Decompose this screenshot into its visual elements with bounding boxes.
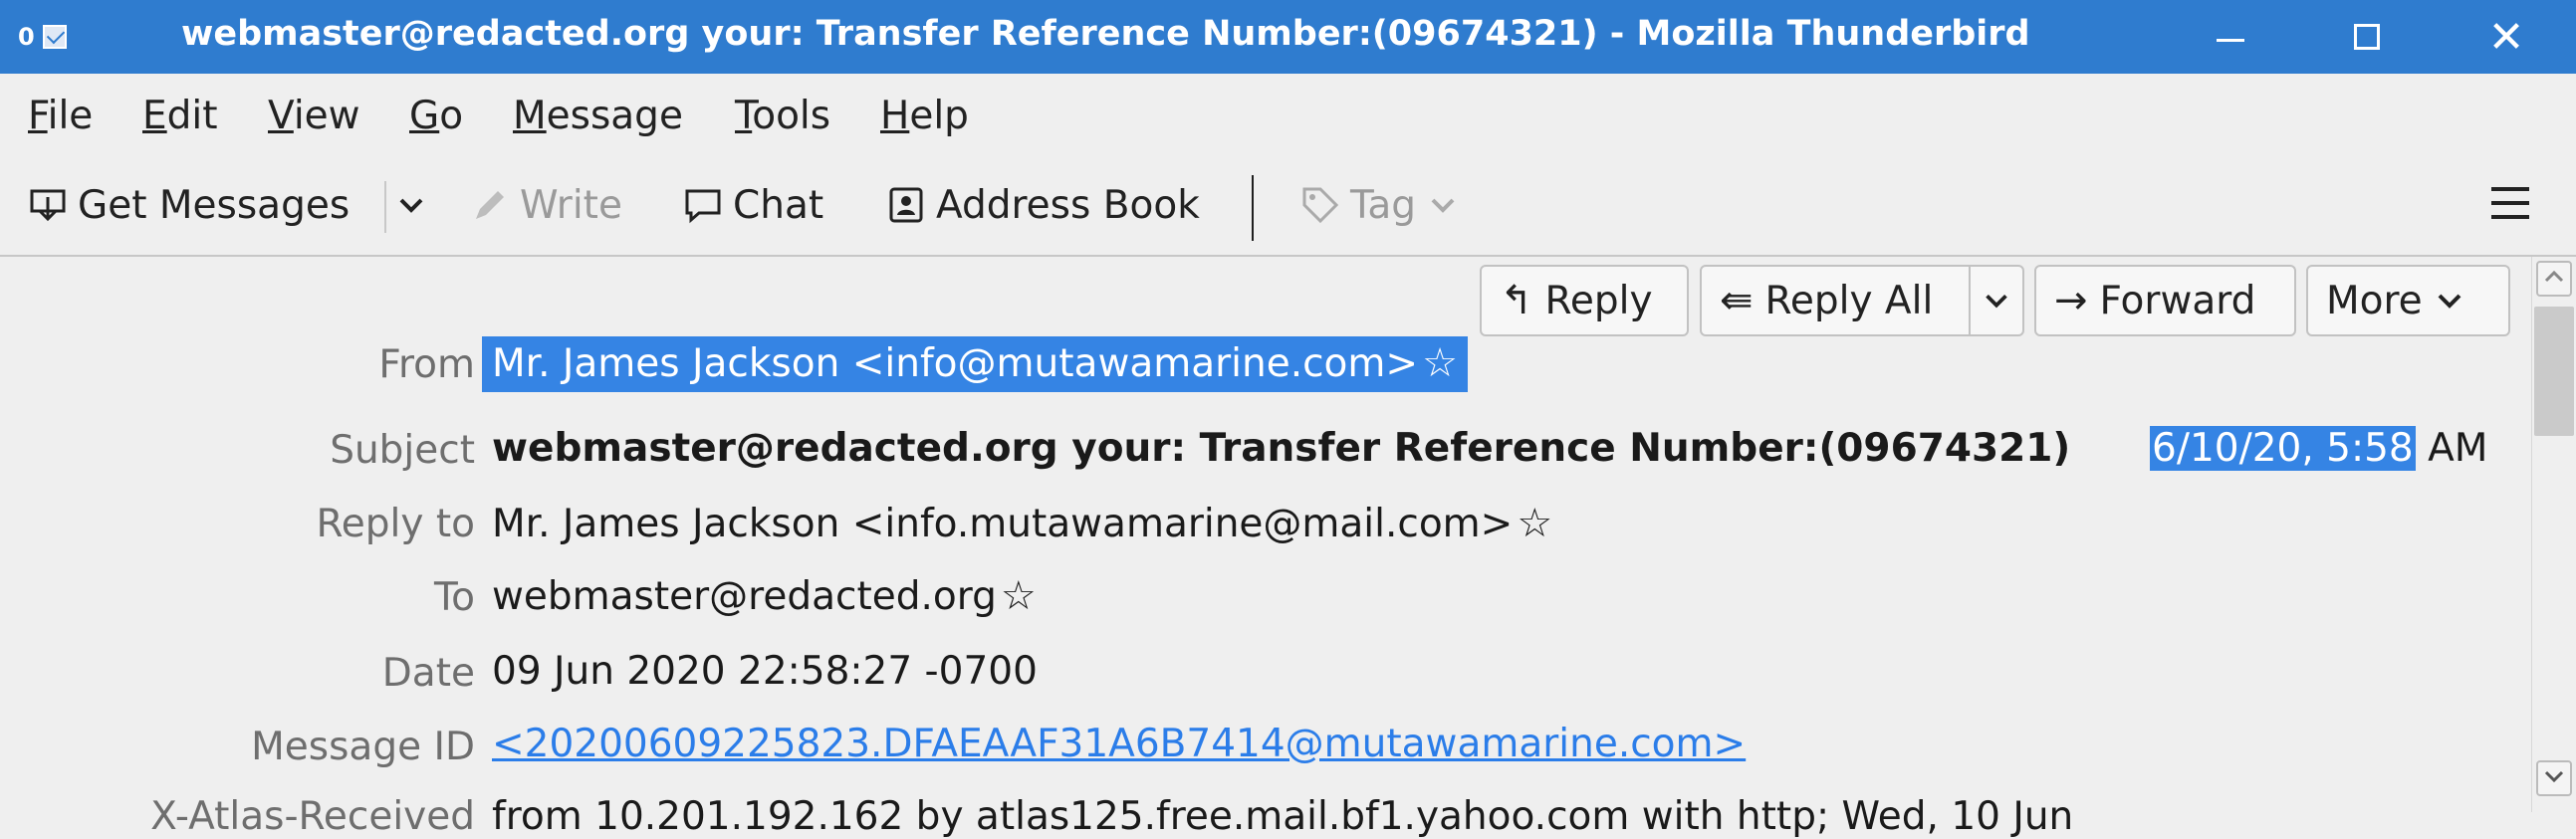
menu-bar: File Edit View Go Message Tools Help xyxy=(0,74,2576,163)
message-header-pane: ↰ Reply ⇚ Reply All → Forward More From … xyxy=(0,257,2531,839)
download-tray-icon xyxy=(28,185,68,225)
address-book-icon xyxy=(886,185,926,225)
chevron-down-icon xyxy=(399,198,423,213)
thunderbird-app-icon: 0 xyxy=(18,20,88,54)
chat-bubble-icon xyxy=(683,185,723,225)
maximize-button[interactable] xyxy=(2322,0,2412,74)
to-value[interactable]: webmaster@redacted.org ☆ xyxy=(492,573,1037,619)
pencil-icon xyxy=(470,185,510,225)
from-label: From xyxy=(378,342,475,387)
x-atlas-received-label: X-Atlas-Received xyxy=(150,794,475,839)
chevron-down-icon xyxy=(1986,294,2007,309)
reply-button[interactable]: ↰ Reply xyxy=(1480,265,1689,336)
subject-value: webmaster@redacted.org your: Transfer Re… xyxy=(492,426,2071,471)
star-icon[interactable]: ☆ xyxy=(1422,340,1458,386)
date-label: Date xyxy=(381,651,475,696)
tag-button[interactable]: Tag xyxy=(1300,175,1460,235)
more-button[interactable]: More xyxy=(2306,265,2510,336)
reply-all-button[interactable]: ⇚ Reply All xyxy=(1700,265,1971,336)
close-button[interactable]: ✕ xyxy=(2461,0,2551,74)
window-title: webmaster@redacted.org your: Transfer Re… xyxy=(181,14,2030,54)
chevron-down-icon xyxy=(1431,198,1455,213)
message-id-link[interactable]: <20200609225823.DFAEAAF31A6B7414@mutawam… xyxy=(492,722,1746,766)
from-value[interactable]: Mr. James Jackson <info@mutawamarine.com… xyxy=(482,336,1468,392)
reply-to-label: Reply to xyxy=(316,502,475,546)
star-icon[interactable]: ☆ xyxy=(1001,573,1037,619)
reply-all-icon: ⇚ xyxy=(1720,278,1754,323)
vertical-scrollbar[interactable] xyxy=(2531,257,2576,812)
forward-arrow-icon: → xyxy=(2054,278,2088,323)
menu-tools[interactable]: Tools xyxy=(735,94,830,138)
unread-badge: 0 xyxy=(18,23,35,51)
chevron-down-icon xyxy=(2544,770,2564,783)
reply-arrow-icon: ↰ xyxy=(1500,278,1533,323)
app-menu-button[interactable] xyxy=(2491,187,2529,223)
star-icon[interactable]: ☆ xyxy=(1517,501,1552,546)
address-book-button[interactable]: Address Book xyxy=(886,175,1200,235)
scrollbar-thumb[interactable] xyxy=(2534,307,2574,436)
chevron-down-icon xyxy=(2438,294,2461,309)
get-messages-button[interactable]: Get Messages xyxy=(28,175,350,235)
title-bar: 0 webmaster@redacted.org your: Transfer … xyxy=(0,0,2576,74)
get-messages-dropdown[interactable] xyxy=(394,175,428,235)
envelope-icon xyxy=(42,25,67,49)
scroll-down-button[interactable] xyxy=(2536,760,2572,796)
chevron-up-icon xyxy=(2544,270,2564,283)
write-button[interactable]: Write xyxy=(470,175,622,235)
menu-help[interactable]: Help xyxy=(880,94,969,138)
to-label: To xyxy=(433,575,475,620)
x-atlas-received-value: from 10.201.192.162 by atlas125.free.mai… xyxy=(492,794,2074,839)
tag-icon xyxy=(1300,185,1340,225)
menu-edit[interactable]: Edit xyxy=(142,94,218,138)
main-toolbar: Get Messages Write Chat Address Book Tag xyxy=(0,163,2576,257)
message-id-label: Message ID xyxy=(251,725,475,769)
message-date-short: 6/10/20, 5:58 AM xyxy=(2150,426,2488,471)
minimize-button[interactable] xyxy=(2186,0,2275,74)
chat-button[interactable]: Chat xyxy=(683,175,823,235)
menu-file[interactable]: File xyxy=(28,94,93,138)
subject-label: Subject xyxy=(330,428,475,473)
forward-button[interactable]: → Forward xyxy=(2034,265,2296,336)
date-value: 09 Jun 2020 22:58:27 -0700 xyxy=(492,649,1038,694)
menu-go[interactable]: Go xyxy=(409,94,463,138)
menu-view[interactable]: View xyxy=(268,94,360,138)
reply-to-value[interactable]: Mr. James Jackson <info.mutawamarine@mai… xyxy=(492,501,1552,546)
scroll-up-button[interactable] xyxy=(2536,261,2572,297)
reply-all-dropdown[interactable] xyxy=(1969,265,2024,336)
menu-message[interactable]: Message xyxy=(513,94,683,138)
